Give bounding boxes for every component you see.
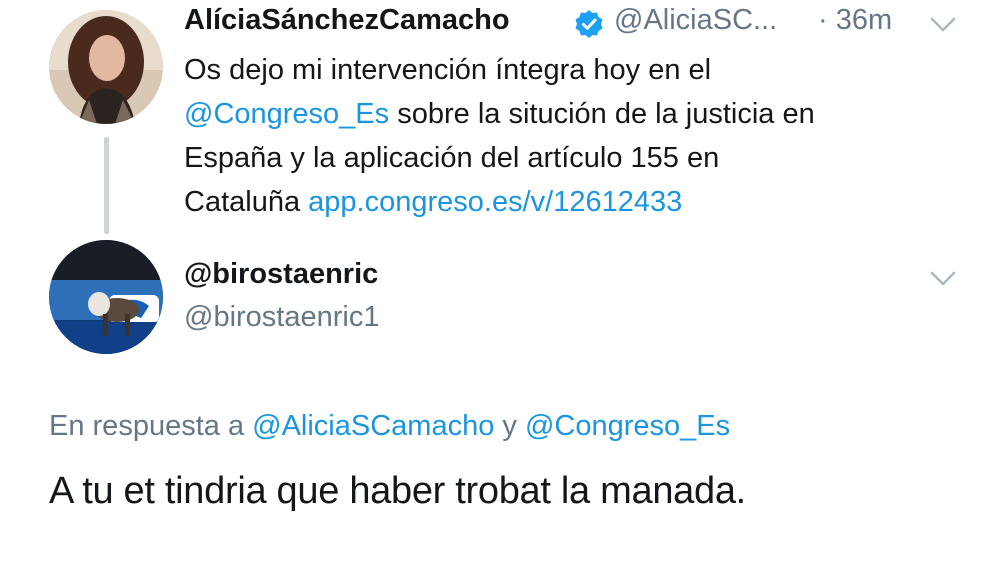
reply-body: A tu et tindria que haber trobat la mana… bbox=[49, 470, 746, 512]
chevron-down-icon[interactable] bbox=[929, 270, 957, 293]
tweet-line-3: España y la aplicación del artículo 155 … bbox=[184, 142, 720, 174]
tweet-timestamp[interactable]: · 36m bbox=[818, 4, 892, 37]
thread-connector-line bbox=[104, 137, 109, 234]
reply-mention-2[interactable]: @Congreso_Es bbox=[525, 410, 730, 442]
replier-avatar[interactable] bbox=[49, 240, 163, 354]
tweet-line-1: Os dejo mi intervención íntegra hoy en e… bbox=[184, 54, 712, 86]
replier-handle[interactable]: @birostaenric1 bbox=[184, 301, 379, 334]
mention-link[interactable]: @Congreso_Es bbox=[184, 98, 389, 130]
author-avatar[interactable] bbox=[49, 10, 163, 124]
chevron-down-icon[interactable] bbox=[929, 16, 957, 39]
tweet-body: Os dejo mi intervención íntegra hoy en e… bbox=[184, 48, 974, 224]
reply-mention-1[interactable]: @AliciaSCamacho bbox=[252, 410, 494, 442]
author-handle[interactable]: @AliciaSC... bbox=[614, 4, 777, 37]
reply-context: En respuesta a @AliciaSCamacho y @Congre… bbox=[49, 410, 731, 442]
author-name[interactable]: AlíciaSánchezCamacho bbox=[184, 4, 510, 37]
tweet-line-4: Cataluña app.congreso.es/v/12612433 bbox=[184, 186, 683, 218]
tweet-line-2: @Congreso_Es sobre la situción de la jus… bbox=[184, 98, 815, 130]
replier-name[interactable]: @birostaenric bbox=[184, 258, 378, 291]
url-link[interactable]: app.congreso.es/v/12612433 bbox=[308, 186, 682, 218]
verified-badge-icon bbox=[574, 9, 604, 39]
